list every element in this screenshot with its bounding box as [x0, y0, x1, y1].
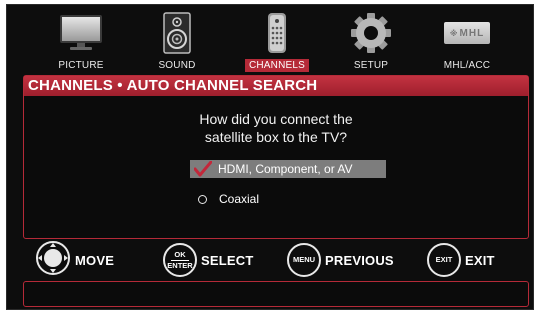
exit-control: EXIT EXIT	[427, 243, 495, 277]
exit-button-text: EXIT	[435, 255, 453, 264]
question-text: How did you connect the satellite box to…	[24, 110, 528, 146]
remote-control-legend: MOVE OK ENTER SELECT MENU PREVIOUS EXIT …	[7, 240, 535, 279]
move-label: MOVE	[75, 252, 115, 268]
question-line-2: satellite box to the TV?	[204, 129, 348, 145]
menu-label-sound: SOUND	[158, 60, 196, 71]
option-label: Coaxial	[219, 192, 260, 206]
check-mark-icon	[194, 161, 212, 177]
menu-button-icon: MENU	[287, 243, 321, 277]
menu-item-picture[interactable]: PICTURE	[39, 9, 123, 73]
ok-text: OK	[174, 249, 186, 259]
auto-channel-search-panel: CHANNELS • AUTO CHANNEL SEARCH How did y…	[23, 75, 529, 239]
menu-label-picture: PICTURE	[58, 60, 104, 71]
menu-item-channels[interactable]: CHANNELS	[235, 9, 319, 73]
menu-label-channels: CHANNELS	[244, 59, 310, 72]
ok-enter-button-icon: OK ENTER	[163, 243, 197, 277]
menu-label-mhl-acc: MHL/ACC	[443, 60, 491, 71]
speaker-icon	[162, 9, 192, 57]
gear-icon	[349, 9, 393, 57]
option-hdmi-component-av[interactable]: HDMI, Component, or AV	[190, 160, 386, 178]
panel-title: CHANNELS • AUTO CHANNEL SEARCH	[24, 76, 528, 96]
previous-label: PREVIOUS	[325, 252, 394, 268]
radio-circle-icon	[198, 194, 207, 204]
menu-item-setup[interactable]: SETUP	[329, 9, 413, 73]
mhl-logo-icon: ※ MHL	[444, 9, 490, 57]
question-line-1: How did you connect the	[199, 111, 353, 127]
menu-text: MENU	[292, 255, 316, 264]
move-control: MOVE	[35, 240, 115, 277]
dpad-icon	[35, 240, 71, 281]
remote-icon	[265, 9, 289, 57]
option-label: HDMI, Component, or AV	[218, 162, 353, 176]
top-menu: PICTURE SOUND CHANNELS SETUP ※ MHL MHL/A…	[7, 5, 535, 75]
exit-button-icon: EXIT	[427, 243, 461, 277]
info-bar	[23, 281, 529, 307]
select-label: SELECT	[201, 252, 254, 268]
menu-label-setup: SETUP	[353, 60, 389, 71]
previous-control: MENU PREVIOUS	[287, 243, 394, 277]
enter-text: ENTER	[167, 260, 193, 270]
select-control: OK ENTER SELECT	[163, 243, 253, 277]
menu-item-mhl-acc[interactable]: ※ MHL MHL/ACC	[425, 9, 509, 73]
mhl-logo-text: MHL	[459, 27, 485, 39]
option-coaxial[interactable]: Coaxial	[190, 190, 259, 208]
menu-item-sound[interactable]: SOUND	[135, 9, 219, 73]
tv-icon	[58, 9, 104, 57]
tv-menu-screen: PICTURE SOUND CHANNELS SETUP ※ MHL MHL/A…	[6, 4, 534, 310]
exit-label: EXIT	[465, 252, 495, 268]
